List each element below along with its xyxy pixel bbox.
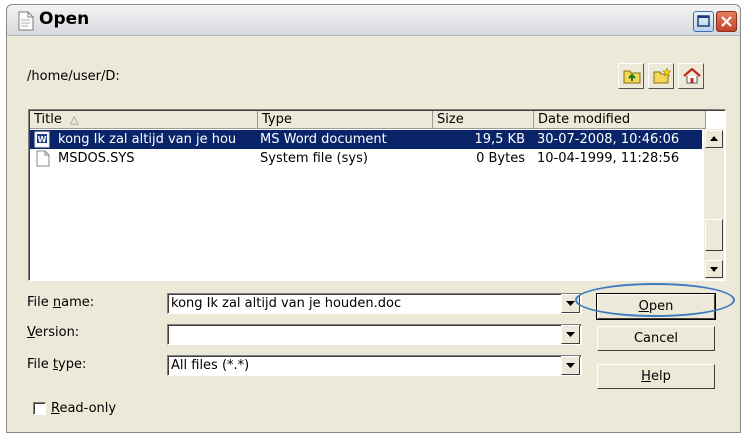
file-row-selected[interactable]: W kong Ik zal altijd van je hou MS Word … (30, 130, 702, 149)
svg-text:W: W (38, 135, 47, 144)
read-only-checkbox[interactable] (33, 402, 46, 415)
vertical-scrollbar[interactable] (704, 129, 724, 279)
chevron-down-icon (566, 332, 575, 337)
close-icon (721, 16, 732, 27)
file-size: 19,5 KB (474, 132, 525, 147)
cancel-button[interactable]: Cancel (597, 326, 715, 351)
scroll-up-button[interactable] (705, 130, 723, 148)
column-header-date[interactable]: Date modified (534, 111, 706, 129)
read-only-label[interactable]: Read-only (51, 401, 116, 416)
open-button-highlight-ring (575, 283, 735, 317)
file-name-input[interactable]: kong Ik zal altijd van je houden.doc (167, 293, 582, 314)
column-header-size[interactable]: Size (433, 111, 534, 129)
file-type-select[interactable]: All files (*.*) (167, 355, 582, 376)
file-type-label: File type: (27, 357, 87, 372)
folder-up-button[interactable] (618, 63, 644, 89)
maximize-button[interactable] (693, 11, 714, 32)
open-dialog: Open /home/user/D: Title △ Type Size Dat… (6, 4, 741, 433)
column-header-type[interactable]: Type (258, 111, 433, 129)
column-header-title[interactable]: Title △ (30, 111, 258, 129)
word-document-icon: W (34, 131, 52, 148)
file-type: MS Word document (260, 132, 387, 147)
file-type: System file (sys) (260, 151, 368, 166)
file-icon (36, 150, 52, 167)
file-date: 30-07-2008, 10:46:06 (537, 132, 680, 147)
file-date: 10-04-1999, 11:28:56 (537, 151, 680, 166)
file-name-label: File name: (27, 295, 95, 310)
file-name: kong Ik zal altijd van je hou (58, 132, 237, 147)
help-button[interactable]: Help (597, 364, 715, 389)
scroll-down-button[interactable] (705, 260, 723, 278)
document-icon (17, 11, 35, 31)
close-button[interactable] (716, 11, 737, 32)
chevron-down-icon (566, 363, 575, 368)
file-list[interactable]: Title △ Type Size Date modified W kong I… (28, 109, 726, 281)
version-select[interactable] (167, 324, 582, 345)
file-type-dropdown-button[interactable] (561, 356, 580, 375)
file-name: MSDOS.SYS (58, 151, 135, 166)
arrow-down-icon (710, 267, 718, 272)
arrow-up-icon (710, 136, 718, 141)
home-icon (683, 68, 701, 84)
folder-up-icon (623, 70, 641, 84)
file-size: 0 Bytes (476, 151, 525, 166)
new-folder-icon (653, 68, 671, 84)
sort-ascending-icon: △ (70, 113, 79, 126)
new-folder-button[interactable] (648, 63, 674, 89)
scroll-thumb[interactable] (705, 219, 723, 251)
version-label: Version: (27, 325, 80, 340)
title-bar[interactable]: Open (7, 5, 740, 36)
current-path: /home/user/D: (27, 69, 120, 84)
home-button[interactable] (678, 63, 704, 89)
version-dropdown-button[interactable] (561, 325, 580, 344)
maximize-icon (697, 15, 710, 27)
window-title: Open (39, 9, 90, 29)
file-row[interactable]: MSDOS.SYS System file (sys) 0 Bytes 10-0… (30, 149, 702, 168)
